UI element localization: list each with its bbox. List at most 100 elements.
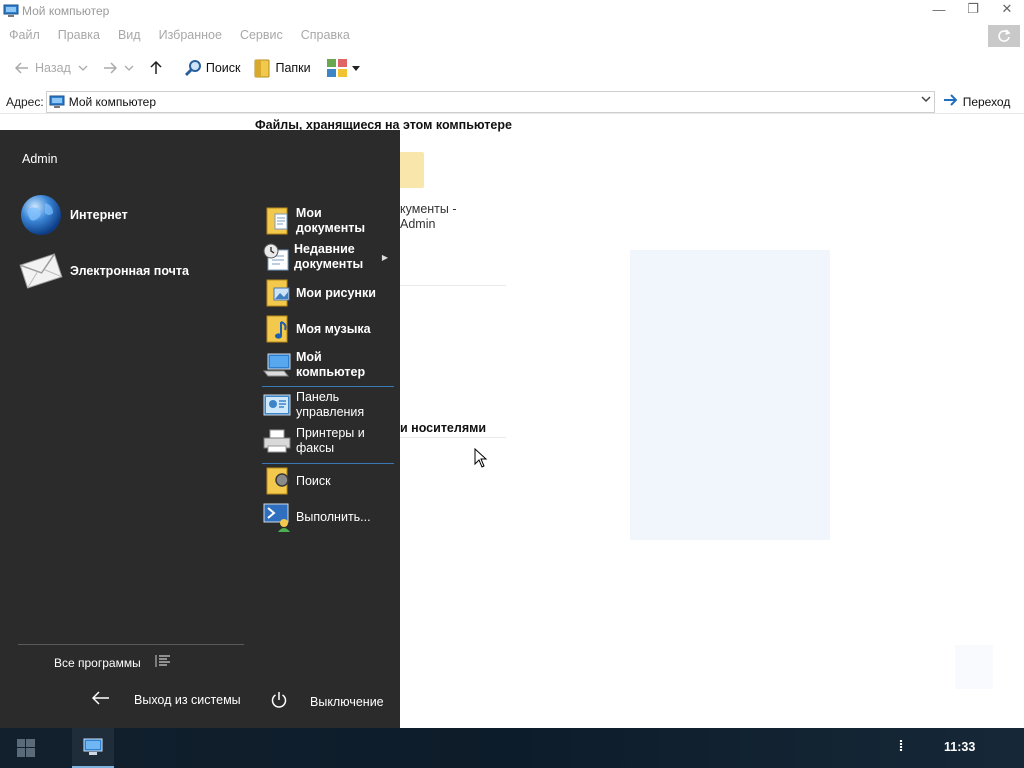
menu-help[interactable]: Справка xyxy=(292,28,359,42)
start-menu: Admin Интернет Электронная почта Мои док… xyxy=(0,130,400,728)
start-item-label: Выполнить... xyxy=(296,509,371,524)
folder-caption[interactable]: кументы - xyxy=(400,202,457,216)
back-button[interactable]: Назад xyxy=(12,58,92,78)
tray-overflow-icon[interactable]: ⁞ xyxy=(896,738,906,758)
back-label: Назад xyxy=(35,61,71,75)
address-bar: Адрес: Мой компьютер Переход xyxy=(0,90,1024,114)
title-bar: Мой компьютер — ❐ ✕ xyxy=(0,0,1024,22)
search-folder-icon xyxy=(262,466,292,496)
start-item-label: Мой компьютер xyxy=(296,350,366,379)
views-button[interactable] xyxy=(325,58,363,78)
menu-file[interactable]: Файл xyxy=(0,28,49,42)
caret-down-icon xyxy=(351,58,360,78)
up-arrow-icon xyxy=(146,58,166,78)
start-item-my-documents[interactable]: Мои документы xyxy=(262,206,394,236)
start-item-my-computer[interactable]: Мой компьютер xyxy=(262,350,394,380)
list-icon xyxy=(155,654,171,671)
restore-button[interactable]: ❐ xyxy=(956,0,990,18)
back-arrow-icon xyxy=(91,691,110,708)
desktop-icon xyxy=(955,645,993,689)
menu-bar: Файл Правка Вид Избранное Сервис Справка xyxy=(0,24,1024,47)
menu-separator xyxy=(262,386,394,387)
menu-separator xyxy=(262,463,394,464)
shutdown-label: Выключение xyxy=(310,694,384,709)
logoff-button[interactable]: Выход из системы xyxy=(91,691,241,708)
globe-icon xyxy=(18,192,64,238)
taskbar-my-computer[interactable] xyxy=(72,728,114,768)
pinned-internet-label: Интернет xyxy=(70,208,128,222)
up-button[interactable] xyxy=(146,58,169,78)
user-name: Admin xyxy=(22,152,58,166)
go-arrow-icon xyxy=(943,94,958,109)
start-item-my-pictures[interactable]: Мои рисунки xyxy=(262,278,394,308)
mouse-cursor-icon xyxy=(474,448,488,468)
menu-view[interactable]: Вид xyxy=(109,28,150,42)
my-music-icon xyxy=(262,314,292,344)
start-item-label: Моя музыка xyxy=(296,321,371,336)
menu-separator xyxy=(18,644,244,645)
control-panel-icon xyxy=(262,390,292,420)
menu-edit[interactable]: Правка xyxy=(49,28,109,42)
forward-button[interactable] xyxy=(100,58,138,78)
start-item-label: Мои рисунки xyxy=(296,285,376,300)
start-item-run[interactable]: Выполнить... xyxy=(262,502,394,532)
printer-icon xyxy=(262,426,292,456)
menu-favorites[interactable]: Избранное xyxy=(150,28,231,42)
pinned-email-label: Электронная почта xyxy=(70,264,189,278)
chevron-down-icon[interactable] xyxy=(921,95,931,106)
pinned-internet[interactable]: Интернет xyxy=(18,192,128,238)
start-item-my-music[interactable]: Моя музыка xyxy=(262,314,394,344)
folder-caption-user: Admin xyxy=(400,217,436,231)
start-item-control-panel[interactable]: Панель управления xyxy=(262,390,394,420)
close-button[interactable]: ✕ xyxy=(990,0,1024,18)
windows-logo-icon xyxy=(17,739,35,757)
start-item-label: Недавние документы xyxy=(294,242,364,271)
section-divider xyxy=(400,437,506,438)
folders-label: Папки xyxy=(275,61,311,75)
forward-arrow-icon xyxy=(100,58,120,78)
my-computer-icon xyxy=(83,738,103,755)
clock[interactable]: 11:33 xyxy=(944,740,975,754)
menu-tools[interactable]: Сервис xyxy=(231,28,292,42)
section-divider xyxy=(400,285,506,286)
start-item-search[interactable]: Поиск xyxy=(262,466,394,496)
run-icon xyxy=(262,502,292,532)
address-field[interactable]: Мой компьютер xyxy=(45,90,935,113)
folders-button[interactable]: Папки xyxy=(252,58,311,78)
my-computer-icon xyxy=(3,4,19,17)
start-button[interactable] xyxy=(0,728,52,768)
start-item-printers[interactable]: Принтеры и факсы xyxy=(262,426,394,456)
address-value: Мой компьютер xyxy=(68,94,157,109)
background-glow xyxy=(630,250,830,540)
magnifier-icon xyxy=(183,58,203,78)
search-label: Поиск xyxy=(205,61,241,75)
back-arrow-icon xyxy=(12,58,32,78)
my-computer-icon xyxy=(49,95,65,108)
shutdown-button[interactable]: Выключение xyxy=(270,691,384,712)
address-label: Адрес: xyxy=(6,94,44,109)
logoff-label: Выход из системы xyxy=(134,692,241,707)
recent-documents-icon xyxy=(262,242,290,272)
all-programs-button[interactable]: Все программы xyxy=(54,654,171,671)
minimize-button[interactable]: — xyxy=(922,0,956,18)
start-item-label: Панель управления xyxy=(296,390,365,419)
go-button[interactable]: Переход xyxy=(943,94,1011,109)
start-item-label: Поиск xyxy=(296,473,331,488)
section-drives-heading: и носителями xyxy=(400,421,487,435)
toolbar: Назад Поиск Папки xyxy=(0,52,1024,84)
go-label: Переход xyxy=(962,94,1011,109)
views-icon xyxy=(325,58,349,78)
pinned-email[interactable]: Электронная почта xyxy=(18,248,189,294)
search-button[interactable]: Поиск xyxy=(183,58,241,78)
start-item-label: Мои документы xyxy=(295,206,366,235)
window-title: Мой компьютер xyxy=(22,4,110,18)
start-item-recent-documents[interactable]: Недавние документы ▶ xyxy=(262,242,394,272)
power-icon xyxy=(270,691,288,712)
my-documents-icon xyxy=(262,206,292,236)
chevron-down-icon xyxy=(77,58,89,78)
mail-icon xyxy=(18,248,64,294)
folder-icon xyxy=(398,152,424,188)
taskbar: ⁞ 11:33 xyxy=(0,728,1024,768)
refresh-icon xyxy=(998,29,1011,42)
refresh-button[interactable] xyxy=(988,25,1020,47)
